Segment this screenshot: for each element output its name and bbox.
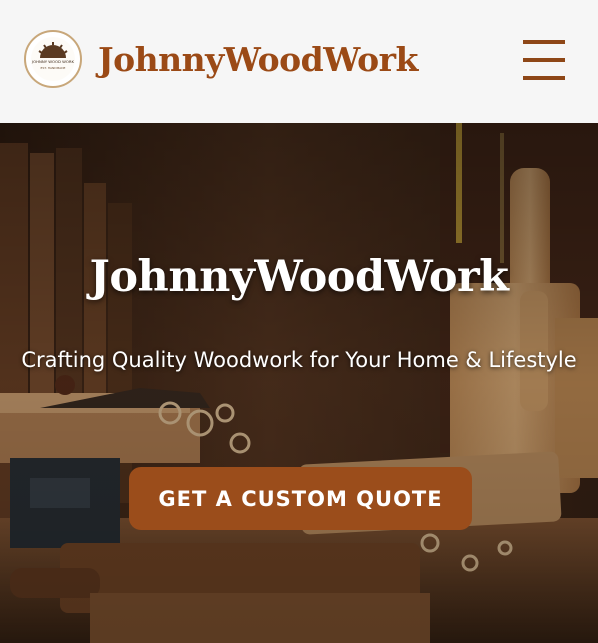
hero-subtitle: Crafting Quality Woodwork for Your Home … xyxy=(21,348,577,372)
hamburger-icon-bar xyxy=(523,40,565,44)
hamburger-icon-bar xyxy=(523,58,565,62)
get-custom-quote-button[interactable]: GET A CUSTOM QUOTE xyxy=(129,467,472,530)
logo-text-bottom: EST. HANDMADE xyxy=(41,66,66,70)
logo-text-top: JOHNNY WOOD WORK xyxy=(31,59,74,64)
site-logo[interactable]: JOHNNY WOOD WORK EST. HANDMADE xyxy=(24,30,82,88)
workshop-background-image xyxy=(0,123,598,643)
hero-section: JohnnyWoodWork Crafting Quality Woodwork… xyxy=(0,123,598,643)
site-header: JOHNNY WOOD WORK EST. HANDMADE JohnnyWoo… xyxy=(0,0,598,123)
brand-name[interactable]: JohnnyWoodWork xyxy=(98,40,418,79)
hamburger-icon-bar xyxy=(523,76,565,80)
saw-blade-logo-icon: JOHNNY WOOD WORK EST. HANDMADE xyxy=(31,37,75,81)
hamburger-menu-button[interactable] xyxy=(523,40,565,80)
hero-title: JohnnyWoodWork xyxy=(89,252,509,302)
